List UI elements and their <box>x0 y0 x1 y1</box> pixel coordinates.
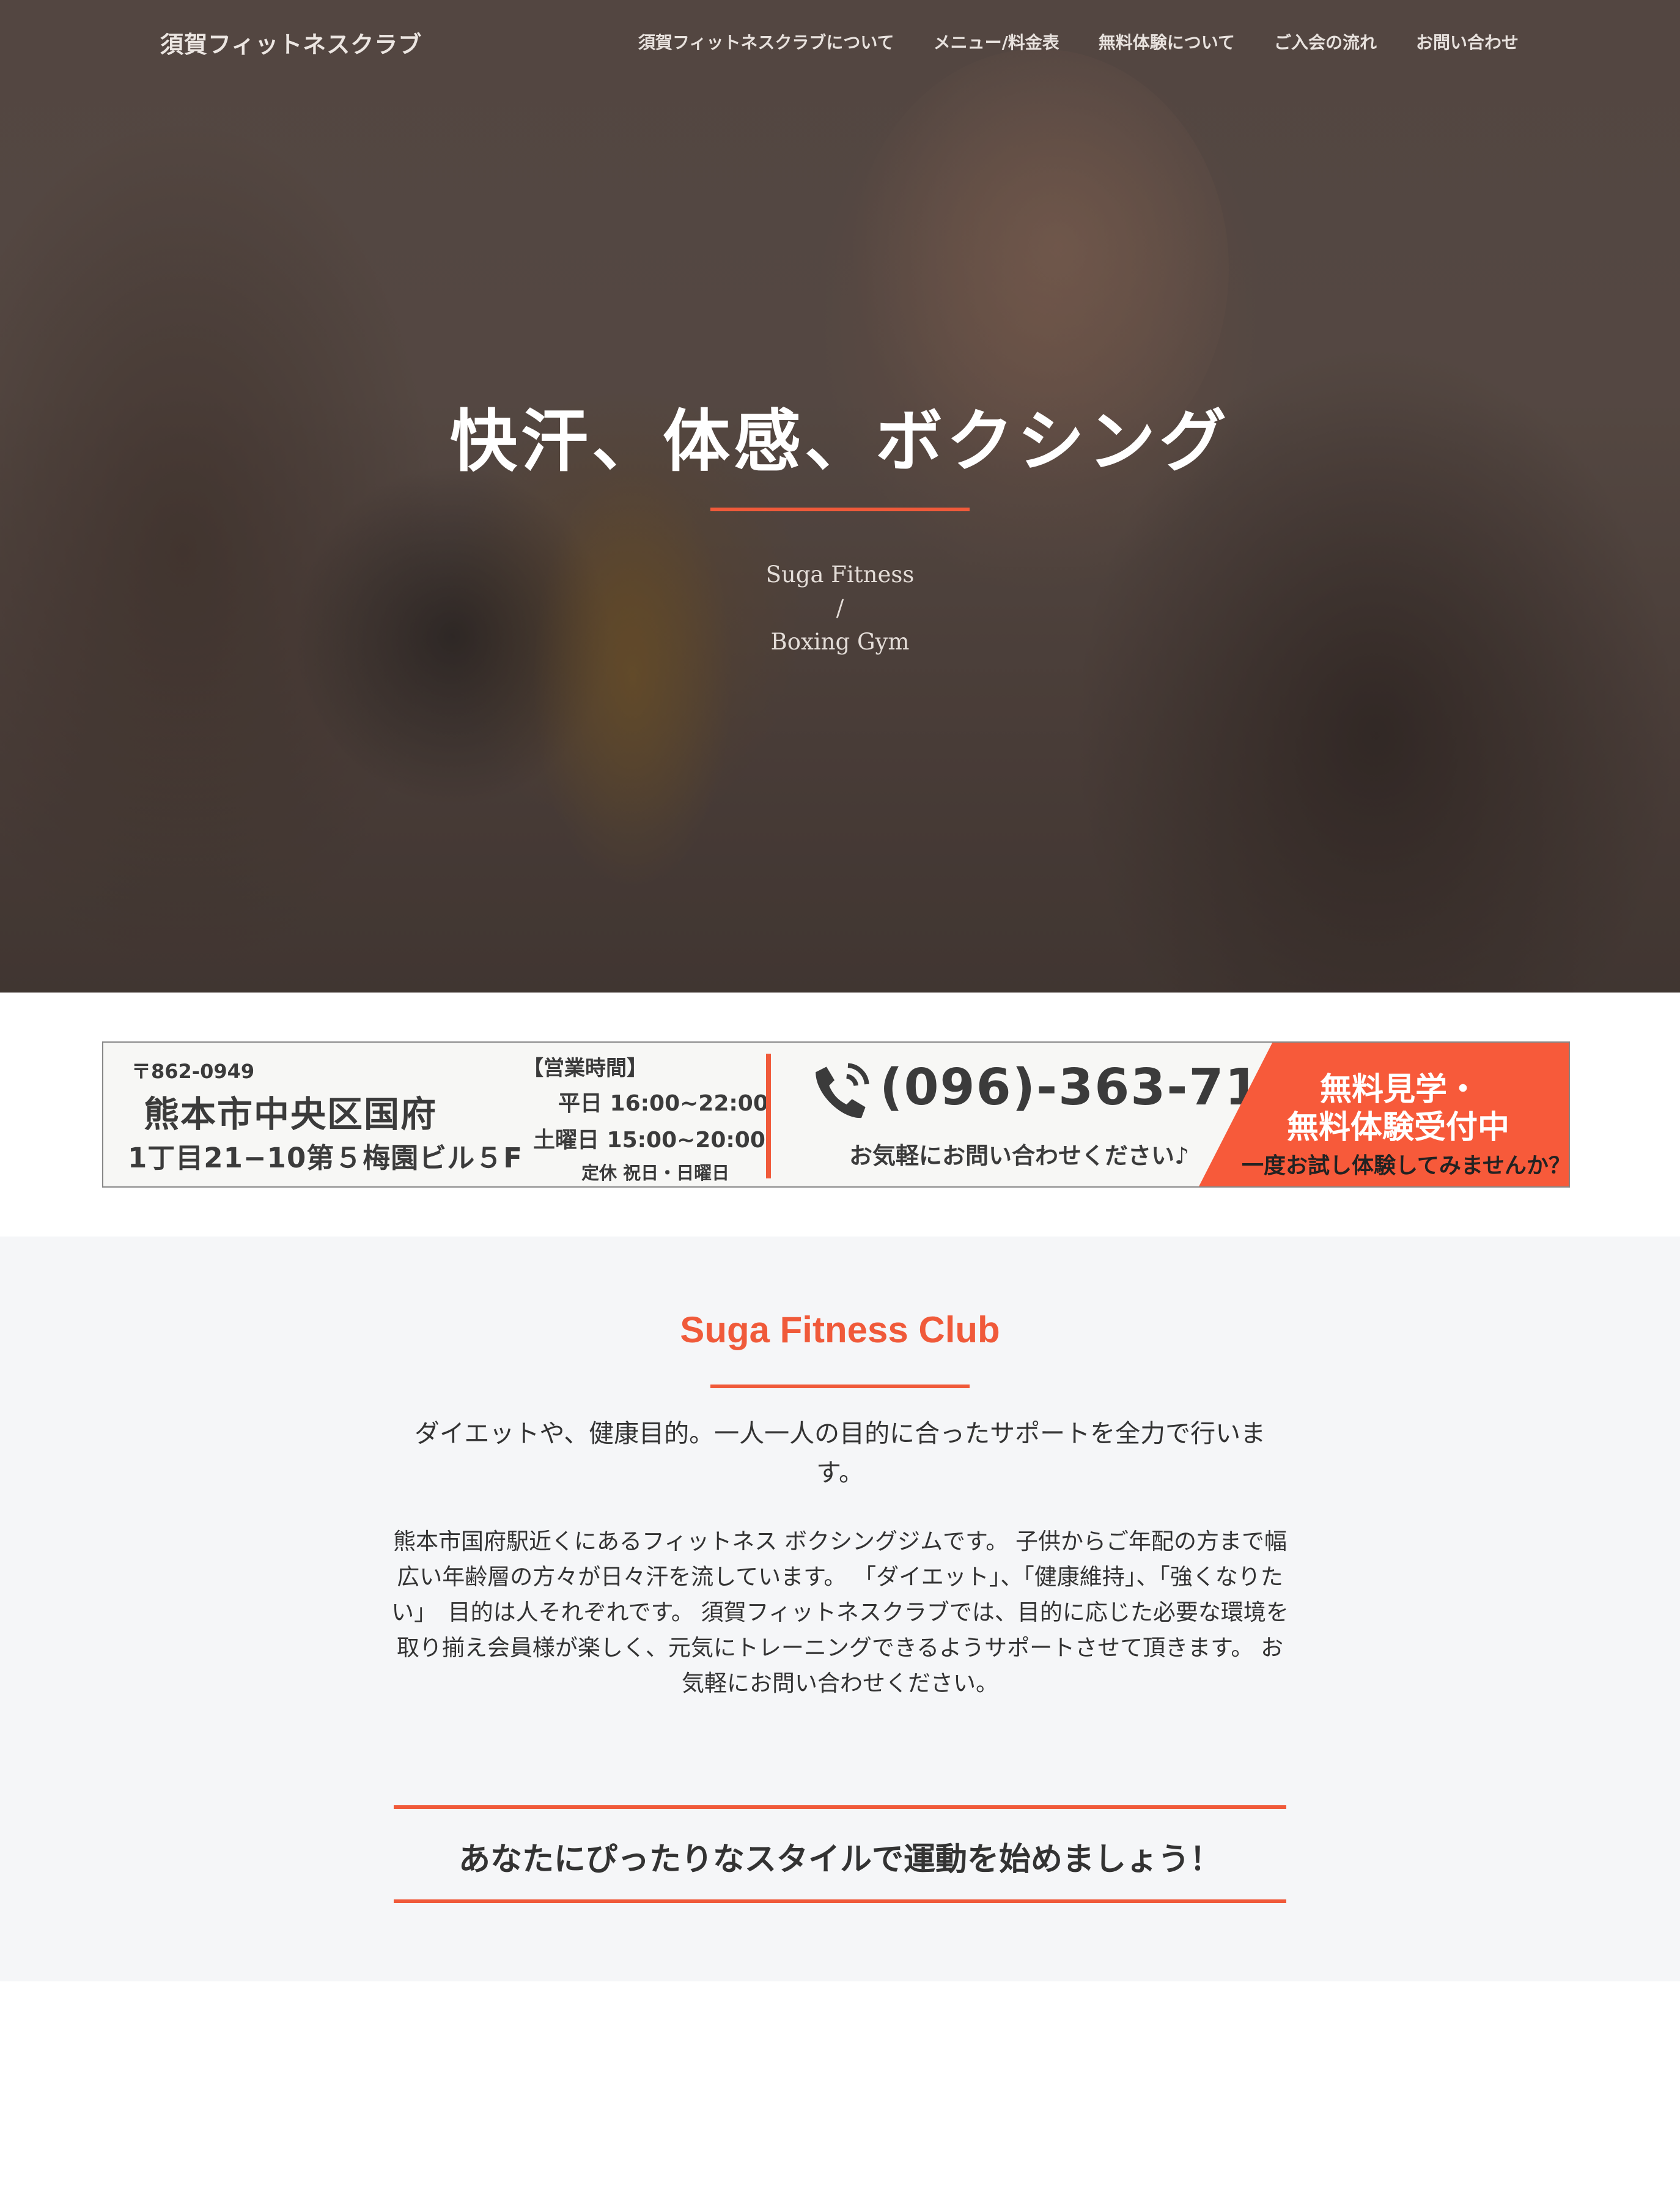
hero-divider <box>710 508 970 511</box>
cta-rule-top <box>394 1805 1286 1809</box>
banner-phone-note: お気軽にお問い合わせください♪ <box>849 1142 1190 1169</box>
cta-heading: あなたにぴったりなスタイルで運動を始めましょう！ <box>458 1841 1221 1878</box>
nav-item-join-flow[interactable]: ご入会の流れ <box>1274 29 1377 54</box>
phone-icon <box>816 1063 869 1118</box>
nav-item-contact[interactable]: お問い合わせ <box>1416 29 1519 54</box>
banner-divider <box>766 1054 771 1178</box>
site-header: 須賀フィットネスクラブ 須賀フィットネスクラブについて メニュー/料金表 無料体… <box>0 0 1680 86</box>
banner-promo-line3: 一度お試し体験してみませんか？ <box>1242 1153 1570 1178</box>
hero-subtitle-line2: / <box>836 595 844 621</box>
banner-hours-title: 【営業時間】 <box>523 1056 647 1081</box>
hero-title: 快汗、体感、ボクシング <box>450 402 1230 481</box>
banner-address-line1: 熊本市中央区国府 <box>144 1093 438 1135</box>
hero-subtitle: Suga Fitness / Boxing Gym <box>0 558 1680 659</box>
hero-overlay <box>0 0 1680 993</box>
banner-hours-weekday: 平日 16:00~22:00 <box>558 1091 768 1116</box>
cta-rule-bottom <box>394 1899 1286 1903</box>
banner-address-line2: 1丁目21−10第５梅園ビル５F <box>128 1142 523 1174</box>
banner-promo-line2: 無料体験受付中 <box>1287 1109 1510 1146</box>
about-divider <box>710 1385 970 1388</box>
about-section: Suga Fitness Club ダイエットや、健康目的。一人一人の目的に合っ… <box>0 1237 1680 1981</box>
main-nav: 須賀フィットネスクラブについて メニュー/料金表 無料体験について ご入会の流れ… <box>638 29 1519 54</box>
banner-zip: 〒862-0949 <box>131 1060 255 1083</box>
banner-hours-saturday: 土曜日 15:00~20:00 <box>533 1128 765 1153</box>
about-title: Suga Fitness Club <box>680 1309 1000 1350</box>
banner-closed-days: 定休 祝日・日曜日 <box>581 1163 730 1183</box>
site-brand[interactable]: 須賀フィットネスクラブ <box>160 26 422 59</box>
nav-item-menu-price[interactable]: メニュー/料金表 <box>934 29 1059 54</box>
hero-subtitle-line3: Boxing Gym <box>770 629 910 655</box>
about-body: 熊本市国府駅近くにあるフィットネス ボクシングジムです。 子供からご年配の方まで… <box>391 1528 1289 1696</box>
nav-item-about[interactable]: 須賀フィットネスクラブについて <box>638 29 894 54</box>
hero-section: 須賀フィットネスクラブ 須賀フィットネスクラブについて メニュー/料金表 無料体… <box>0 0 1680 993</box>
info-banner[interactable]: 〒862-0949 熊本市中央区国府 1丁目21−10第５梅園ビル５F 【営業時… <box>102 1041 1570 1188</box>
nav-item-free-trial[interactable]: 無料体験について <box>1099 29 1235 54</box>
about-lead: ダイエットや、健康目的。一人一人の目的に合ったサポートを全力で行います。 <box>414 1419 1266 1487</box>
hero-subtitle-line1: Suga Fitness <box>765 561 915 588</box>
